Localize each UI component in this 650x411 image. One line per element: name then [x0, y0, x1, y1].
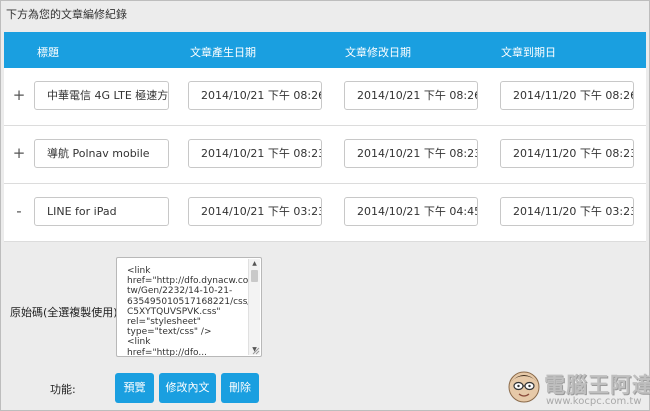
watermark-logo: 電腦王阿達 www.kocpc.com.tw — [506, 366, 650, 410]
created-date-field[interactable]: 2014/10/21 下午 03:23:52 — [188, 197, 322, 226]
resize-grip-icon[interactable] — [252, 347, 260, 355]
edit-history-table: 標題 文章產生日期 文章修改日期 文章到期日 + 中華電信 4G LTE 極速方… — [4, 32, 646, 242]
textarea-scrollbar[interactable]: ▲ ▼ — [248, 259, 260, 355]
header-title: 標題 — [37, 46, 59, 59]
watermark-url: www.kocpc.com.tw — [546, 396, 642, 407]
modified-date-field[interactable]: 2014/10/21 下午 08:26:19 — [344, 81, 478, 110]
expand-toggle[interactable]: + — [12, 86, 26, 104]
modified-date-field[interactable]: 2014/10/21 下午 08:23:44 — [344, 139, 478, 168]
table-row: + 導航 Polnav mobile 2014/10/21 下午 08:23:4… — [4, 126, 646, 184]
source-code-label: 原始碼(全選複製使用): — [10, 306, 122, 319]
header-expires: 文章到期日 — [501, 46, 556, 59]
title-field[interactable]: 中華電信 4G LTE 極速方案 — [34, 81, 169, 110]
panel: 下方為您的文章編修紀錄 標題 文章產生日期 文章修改日期 文章到期日 + 中華電… — [0, 0, 650, 411]
modified-date-field[interactable]: 2014/10/21 下午 04:45:22 — [344, 197, 478, 226]
title-field[interactable]: LINE for iPad — [34, 197, 169, 226]
edit-content-button[interactable]: 修改內文 — [159, 373, 216, 403]
scroll-thumb[interactable] — [251, 270, 258, 282]
header-created: 文章產生日期 — [190, 46, 256, 59]
watermark-name: 電腦王阿達 — [544, 373, 650, 397]
table-row: + 中華電信 4G LTE 極速方案 2014/10/21 下午 08:26:1… — [4, 68, 646, 126]
title-field[interactable]: 導航 Polnav mobile — [34, 139, 169, 168]
scroll-up-arrow-icon[interactable]: ▲ — [249, 259, 260, 269]
actions-label: 功能: — [50, 383, 76, 396]
table-row: - LINE for iPad 2014/10/21 下午 03:23:52 2… — [4, 184, 646, 242]
delete-button[interactable]: 刪除 — [221, 373, 259, 403]
source-code-text[interactable]: <link href="http://dfo.dynacw.com. tw/Ge… — [127, 266, 260, 356]
preview-button[interactable]: 預覽 — [115, 373, 154, 403]
created-date-field[interactable]: 2014/10/21 下午 08:23:44 — [188, 139, 322, 168]
created-date-field[interactable]: 2014/10/21 下午 08:26:19 — [188, 81, 322, 110]
section-caption: 下方為您的文章編修紀錄 — [6, 8, 127, 21]
expire-date-field[interactable]: 2014/11/20 下午 08:23:44 — [500, 139, 634, 168]
expire-date-field[interactable]: 2014/11/20 下午 08:26:19 — [500, 81, 634, 110]
collapse-toggle[interactable]: - — [12, 202, 26, 220]
expire-date-field[interactable]: 2014/11/20 下午 03:23:52 — [500, 197, 634, 226]
expand-toggle[interactable]: + — [12, 144, 26, 162]
header-modified: 文章修改日期 — [345, 46, 411, 59]
source-code-textarea[interactable]: <link href="http://dfo.dynacw.com. tw/Ge… — [116, 257, 262, 357]
table-header: 標題 文章產生日期 文章修改日期 文章到期日 — [4, 32, 646, 68]
mascot-face-icon — [508, 371, 540, 403]
